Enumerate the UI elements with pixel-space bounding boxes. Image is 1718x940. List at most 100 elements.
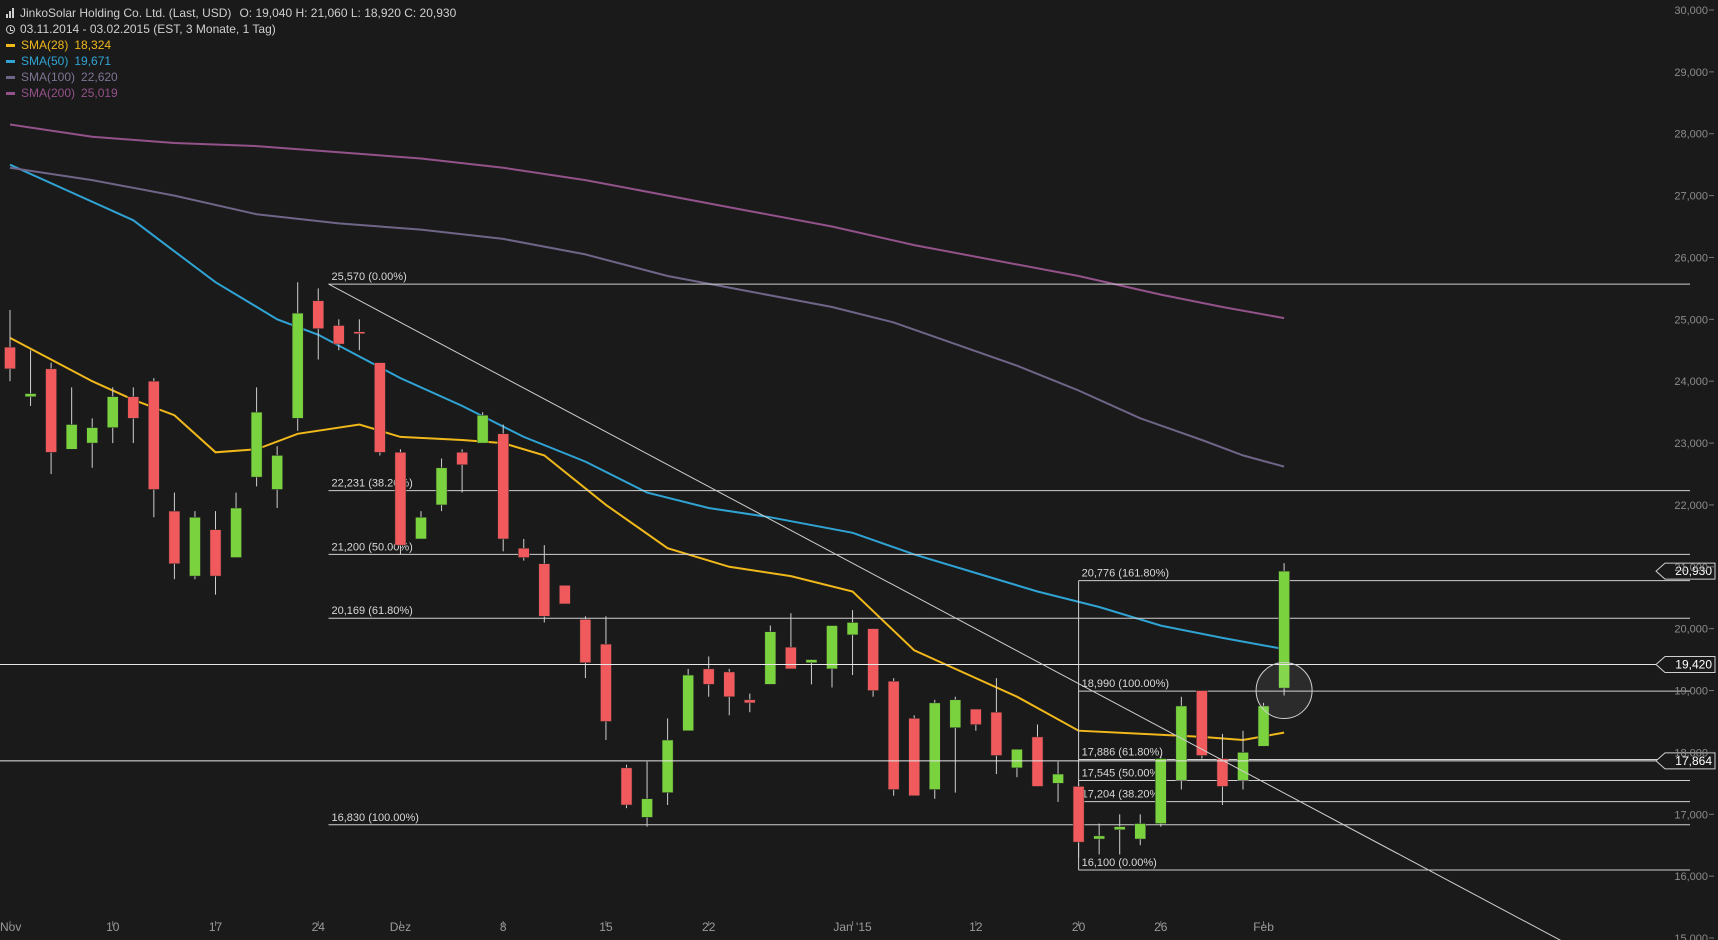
candle-body[interactable] [661,739,674,793]
candle-body[interactable] [189,517,201,577]
candle-body[interactable] [394,452,407,546]
bar-chart-icon [6,8,15,18]
candle-body[interactable] [723,671,735,697]
candle-body[interactable] [1031,736,1044,787]
candle-body[interactable] [990,711,1003,756]
x-tick-label: 20 [1072,920,1086,934]
candle-body[interactable] [600,643,612,722]
candle-body[interactable] [682,674,694,731]
candle-body[interactable] [826,625,838,670]
x-tick-label: 15 [599,920,613,934]
fib-level-label: 18,990 (100.00%) [1082,678,1169,690]
y-tick-label: 23,000 [1674,438,1708,450]
candle-body[interactable] [271,455,283,490]
sma50-label: SMA(50) [21,54,69,68]
candle-body[interactable] [518,547,530,558]
legend-sma28[interactable]: SMA(28) 18,324 [6,37,456,53]
x-tick-label: 12 [969,920,983,934]
candle-body[interactable] [45,368,57,453]
candle-body[interactable] [374,362,386,453]
highlight-circle [1255,662,1313,720]
x-tick-label: 8 [500,920,507,934]
y-tick-label: 15,000 [1674,933,1708,940]
candle-body[interactable] [1011,749,1023,769]
candle-body[interactable] [744,699,756,704]
candle-body[interactable] [929,702,941,790]
candle-body[interactable] [579,619,592,663]
legend-sma200[interactable]: SMA(200) 25,019 [6,85,456,101]
candle-body[interactable] [65,424,78,450]
candle-body[interactable] [1113,826,1126,830]
candle-body[interactable] [908,718,920,796]
candle-body[interactable] [476,414,489,444]
fib-level-label: 17,204 (38.20%) [1082,789,1163,801]
fib-level-label: 17,886 (61.80%) [1082,746,1163,758]
candle-body[interactable] [148,380,160,490]
candle-body[interactable] [1196,690,1208,756]
candle-body[interactable] [949,699,962,728]
candle-body[interactable] [250,411,263,478]
candle-body[interactable] [1072,786,1085,843]
sma-line [9,123,1285,320]
candle-body[interactable] [702,668,715,685]
candle-body[interactable] [559,585,571,605]
candle-body[interactable] [312,300,324,329]
x-tick-label: Feb [1253,920,1274,934]
candle-body[interactable] [291,312,304,419]
candle-body[interactable] [230,507,242,558]
candle-body[interactable] [127,396,140,419]
x-tick-label: 10 [106,920,120,934]
candle-body[interactable] [435,467,448,506]
fib-level-label: 17,545 (50.00%) [1082,768,1163,780]
chart-legend: JinkoSolar Holding Co. Ltd. (Last, USD) … [6,5,456,101]
candle-body[interactable] [333,325,345,345]
candle-body[interactable] [641,798,653,818]
legend-sma100[interactable]: SMA(100) 22,620 [6,69,456,85]
candle-body[interactable] [1237,752,1249,781]
candle-body[interactable] [1155,758,1167,824]
candle-body[interactable] [415,517,427,540]
ohlc-values: O: 19,040 H: 21,060 L: 18,920 C: 20,930 [239,6,457,20]
y-tick-label: 30,000 [1674,5,1708,17]
candle-body[interactable] [538,563,551,617]
y-tick-label: 19,000 [1674,686,1708,698]
candle-body[interactable] [4,346,16,370]
candle-body[interactable] [24,393,37,397]
instrument-title: JinkoSolar Holding Co. Ltd. (Last, USD) [20,6,232,20]
candle-body[interactable] [456,452,468,465]
sma28-swatch [6,43,15,47]
legend-sma50[interactable]: SMA(50) 19,671 [6,53,456,69]
trendline[interactable] [328,283,1603,940]
candle-body[interactable] [86,427,98,444]
candle-body[interactable] [1093,835,1105,840]
y-tick-label: 20,000 [1674,624,1708,636]
candle-body[interactable] [107,396,119,428]
candle-body[interactable] [168,510,181,564]
candle-body[interactable] [970,708,982,725]
candle-body[interactable] [497,433,509,540]
fib-level-label: 20,169 (61.80%) [332,605,413,617]
y-tick-label: 29,000 [1674,67,1708,79]
price-chart[interactable]: 25,570 (0.00%)22,231 (38.20%)21,200 (50.… [0,0,1718,940]
sma200-label: SMA(200) [21,86,76,100]
sma-line [9,166,1285,468]
candle-body[interactable] [785,646,797,670]
candle-body[interactable] [1134,823,1146,840]
candle-body[interactable] [846,622,859,636]
sma50-value: 19,671 [74,54,112,68]
candle-body[interactable] [1052,773,1064,784]
candle-body[interactable] [620,767,633,806]
candle-body[interactable] [353,331,366,334]
fib-level-label: 20,776 (161.80%) [1082,568,1169,580]
candle-body[interactable] [764,631,777,685]
x-tick-label: 26 [1154,920,1168,934]
y-tick-label: 28,000 [1674,129,1708,141]
sma50-swatch [6,59,15,63]
title-row: JinkoSolar Holding Co. Ltd. (Last, USD) … [6,5,456,21]
candle-body[interactable] [1175,705,1188,781]
candle-body[interactable] [867,628,879,691]
candle-body[interactable] [887,681,900,790]
sma100-label: SMA(100) [21,70,76,84]
candle-body[interactable] [209,529,222,577]
candle-body[interactable] [805,659,818,663]
